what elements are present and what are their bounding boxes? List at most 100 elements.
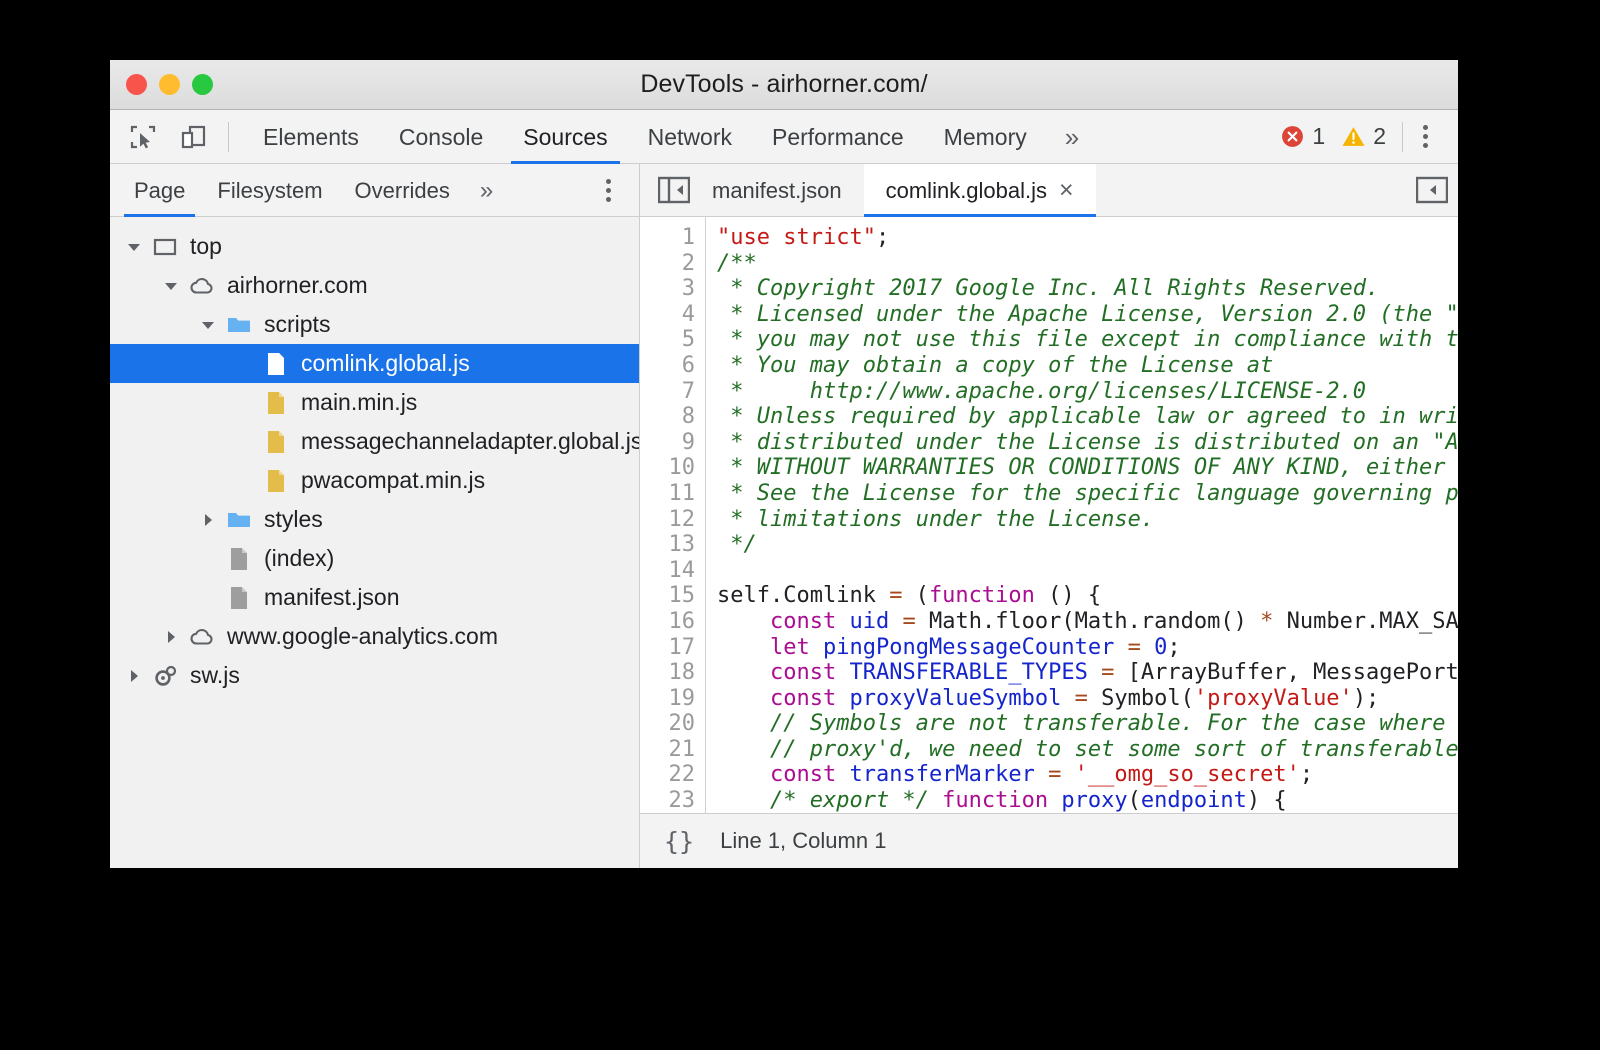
tree-item-label: scripts — [264, 313, 330, 336]
kebab-menu-icon[interactable] — [1409, 125, 1442, 148]
tree-item[interactable]: (index) — [110, 539, 639, 578]
tree-item[interactable]: main.min.js — [110, 383, 639, 422]
tree-item-label: messagechanneladapter.global.js — [301, 430, 639, 453]
code-token — [836, 660, 849, 685]
code-token: const — [770, 660, 836, 685]
chevron-right-icon[interactable] — [198, 510, 218, 530]
editor-status-bar: {} Line 1, Column 1 — [640, 813, 1458, 868]
tab-console[interactable]: Console — [379, 110, 503, 164]
more-navigator-tabs-icon[interactable]: » — [466, 164, 507, 217]
code-line[interactable]: * WITHOUT WARRANTIES OR CONDITIONS OF AN… — [717, 455, 1458, 481]
code-line[interactable]: /** — [717, 251, 1458, 277]
code-token: // Symbols are not transferable. For the… — [717, 711, 1458, 736]
code-line[interactable]: * distributed under the License is distr… — [717, 430, 1458, 456]
code-token: = — [1075, 686, 1088, 711]
code-line[interactable]: * Copyright 2017 Google Inc. All Rights … — [717, 276, 1458, 302]
code-line[interactable]: const TRANSFERABLE_TYPES = [ArrayBuffer,… — [717, 660, 1458, 686]
code-line[interactable]: * Unless required by applicable law or a… — [717, 404, 1458, 430]
code-token — [1088, 660, 1101, 685]
code-line[interactable]: * http://www.apache.org/licenses/LICENSE… — [717, 379, 1458, 405]
inspect-element-icon[interactable] — [126, 120, 160, 154]
code-line[interactable]: let pingPongMessageCounter = 0; — [717, 635, 1458, 661]
chevron-down-icon[interactable] — [124, 237, 144, 257]
code-token: * Unless required by applicable law or a… — [717, 404, 1458, 429]
js-file-icon — [261, 466, 291, 496]
tree-item[interactable]: airhorner.com — [110, 266, 639, 305]
tab-memory[interactable]: Memory — [924, 110, 1047, 164]
code-line[interactable]: */ — [717, 532, 1458, 558]
doc-file-icon — [224, 544, 254, 574]
code-line[interactable]: // Symbols are not transferable. For the… — [717, 711, 1458, 737]
tab-elements[interactable]: Elements — [243, 110, 379, 164]
line-number: 4 — [640, 302, 705, 328]
doc-file-icon — [224, 583, 254, 613]
code-token: const — [770, 762, 836, 787]
chevron-right-icon[interactable] — [124, 666, 144, 686]
show-debugger-icon[interactable] — [1416, 176, 1448, 204]
nav-tab-filesystem[interactable]: Filesystem — [201, 164, 338, 217]
navigator-tabs: Page Filesystem Overrides » — [110, 164, 639, 217]
code-line[interactable]: * you may not use this file except in co… — [717, 327, 1458, 353]
tree-item[interactable]: sw.js — [110, 656, 639, 695]
code-line[interactable]: * Licensed under the Apache License, Ver… — [717, 302, 1458, 328]
code-token: Symbol( — [1088, 686, 1194, 711]
tab-sources[interactable]: Sources — [503, 110, 627, 164]
tree-item[interactable]: manifest.json — [110, 578, 639, 617]
cloud-icon — [187, 622, 217, 652]
tab-network[interactable]: Network — [628, 110, 752, 164]
code-token: /** — [717, 251, 757, 276]
show-navigator-icon[interactable] — [658, 176, 690, 204]
code-line[interactable]: const transferMarker = '__omg_so_secret'… — [717, 762, 1458, 788]
tree-item[interactable]: comlink.global.js — [110, 344, 639, 383]
code-line[interactable]: * You may obtain a copy of the License a… — [717, 353, 1458, 379]
navigator-kebab-menu-icon[interactable] — [592, 179, 625, 202]
code-line[interactable]: const uid = Math.floor(Math.random() * N… — [717, 609, 1458, 635]
code-line[interactable]: /* export */ function proxy(endpoint) { — [717, 788, 1458, 813]
code-editor[interactable]: 123456789101112131415161718192021222324 … — [640, 217, 1458, 813]
code-line[interactable]: const proxyValueSymbol = Symbol('proxyVa… — [717, 686, 1458, 712]
tree-spacer — [235, 432, 255, 452]
tree-item[interactable]: scripts — [110, 305, 639, 344]
file-tree[interactable]: topairhorner.com scripts comlink.global.js… — [110, 217, 639, 868]
code-token: Math.floor(Math.random() — [916, 609, 1260, 634]
code-token: = — [1128, 635, 1141, 660]
code-token — [717, 762, 770, 787]
tree-item[interactable]: messagechanneladapter.global.js — [110, 422, 639, 461]
code-token: /* export */ — [717, 788, 929, 813]
error-badge[interactable]: 1 — [1280, 123, 1325, 150]
warning-badge[interactable]: 2 — [1341, 123, 1386, 150]
code-token: 0 — [1154, 635, 1167, 660]
code-token: ( — [902, 583, 929, 608]
code-token: * — [1260, 609, 1273, 634]
tree-item[interactable]: pwacompat.min.js — [110, 461, 639, 500]
tree-item[interactable]: www.google-analytics.com — [110, 617, 639, 656]
code-token — [717, 609, 770, 634]
code-line[interactable]: * See the License for the specific langu… — [717, 481, 1458, 507]
code-token — [1141, 635, 1154, 660]
nav-tab-page[interactable]: Page — [118, 164, 201, 217]
tree-item-label: (index) — [264, 547, 334, 570]
tree-item[interactable]: top — [110, 227, 639, 266]
chevron-down-icon[interactable] — [198, 315, 218, 335]
device-toolbar-icon[interactable] — [176, 120, 210, 154]
line-number: 23 — [640, 788, 705, 813]
tab-performance[interactable]: Performance — [752, 110, 924, 164]
code-token: * Copyright 2017 Google Inc. All Rights … — [717, 276, 1379, 301]
code-line[interactable]: * limitations under the License. — [717, 507, 1458, 533]
tree-item[interactable]: styles — [110, 500, 639, 539]
more-panels-icon[interactable]: » — [1047, 110, 1097, 164]
folder-icon — [224, 310, 254, 340]
chevron-right-icon[interactable] — [161, 627, 181, 647]
code-line[interactable]: "use strict"; — [717, 225, 1458, 251]
editor-tab-manifest-json[interactable]: manifest.json — [690, 164, 864, 217]
code-line[interactable] — [717, 558, 1458, 584]
close-icon[interactable]: × — [1059, 178, 1074, 203]
code-token: transferMarker — [849, 762, 1034, 787]
chevron-down-icon[interactable] — [161, 276, 181, 296]
editor-tab-comlink-global-js[interactable]: comlink.global.js × — [864, 164, 1096, 217]
nav-tab-overrides[interactable]: Overrides — [339, 164, 466, 217]
code-line[interactable]: self.Comlink = (function () { — [717, 583, 1458, 609]
code-line[interactable]: // proxy'd, we need to set some sort of … — [717, 737, 1458, 763]
code-content[interactable]: "use strict";/** * Copyright 2017 Google… — [706, 217, 1458, 813]
pretty-print-button[interactable]: {} — [664, 827, 694, 856]
